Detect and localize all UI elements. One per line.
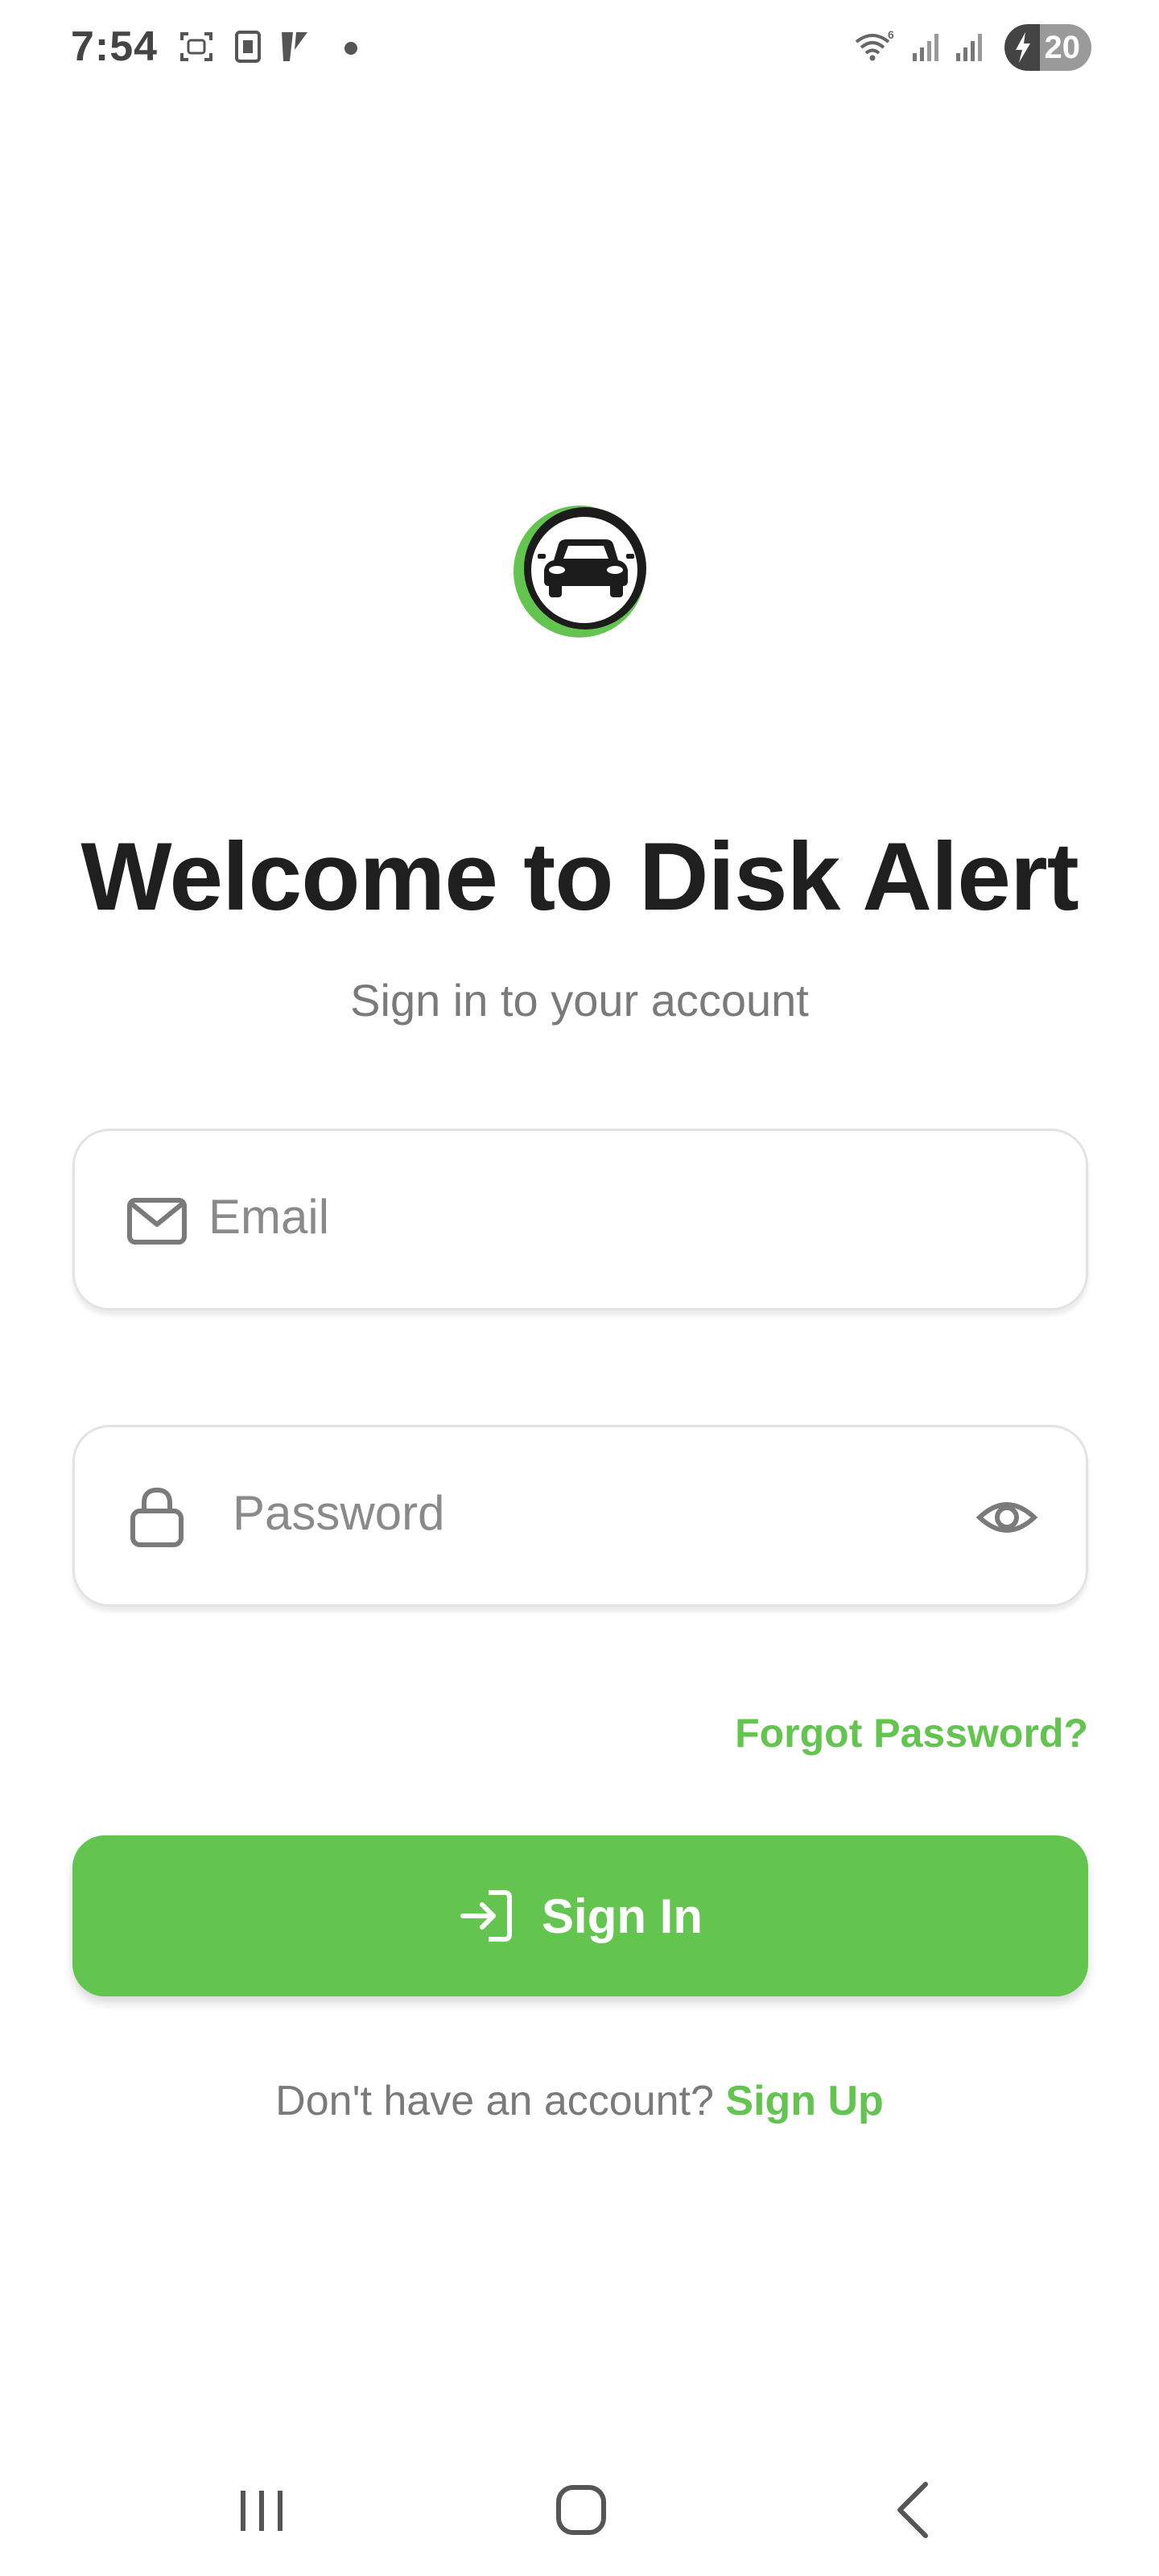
- mail-icon: [127, 1198, 187, 1245]
- password-placeholder: Password: [233, 1486, 445, 1540]
- login-icon: [460, 1890, 512, 1942]
- page-subtitle: Sign in to your account: [350, 975, 809, 1026]
- email-placeholder: Email: [208, 1190, 330, 1244]
- app-logo: [514, 506, 646, 638]
- sim-icon: [235, 31, 261, 63]
- sign-up-link[interactable]: Sign Up: [725, 2078, 883, 2124]
- sign-in-button[interactable]: Sign In: [72, 1835, 1088, 1996]
- status-bar: 7:54 6 20: [0, 0, 1159, 97]
- email-field[interactable]: Email: [72, 1129, 1088, 1311]
- screenshot-icon: [180, 32, 212, 61]
- signal-icon: [956, 34, 982, 61]
- battery-level: 20: [1044, 29, 1081, 65]
- sign-in-label: Sign In: [542, 1889, 703, 1943]
- app-y-icon: [282, 32, 307, 61]
- battery-charging-icon: [1004, 24, 1040, 71]
- wifi-6-icon: 6: [855, 28, 894, 61]
- page-title: Welcome to Disk Alert: [80, 823, 1079, 931]
- signup-row: Don't have an account? Sign Up: [0, 2077, 1159, 2125]
- home-icon[interactable]: [552, 2481, 610, 2539]
- signal-icon: [913, 34, 938, 61]
- back-icon[interactable]: [889, 2479, 937, 2541]
- signup-prompt: Don't have an account?: [275, 2078, 714, 2124]
- navigation-bar: [0, 2447, 1159, 2576]
- notification-dot-icon: [344, 42, 357, 55]
- password-field[interactable]: Password: [72, 1425, 1088, 1607]
- recents-icon[interactable]: [233, 2483, 290, 2539]
- status-time: 7:54: [71, 23, 159, 70]
- forgot-password-link[interactable]: Forgot Password?: [724, 1710, 1088, 1757]
- lock-icon: [130, 1487, 184, 1547]
- svg-text:6: 6: [888, 28, 894, 41]
- eye-icon[interactable]: [975, 1485, 1039, 1550]
- battery-indicator: 20: [1004, 24, 1091, 71]
